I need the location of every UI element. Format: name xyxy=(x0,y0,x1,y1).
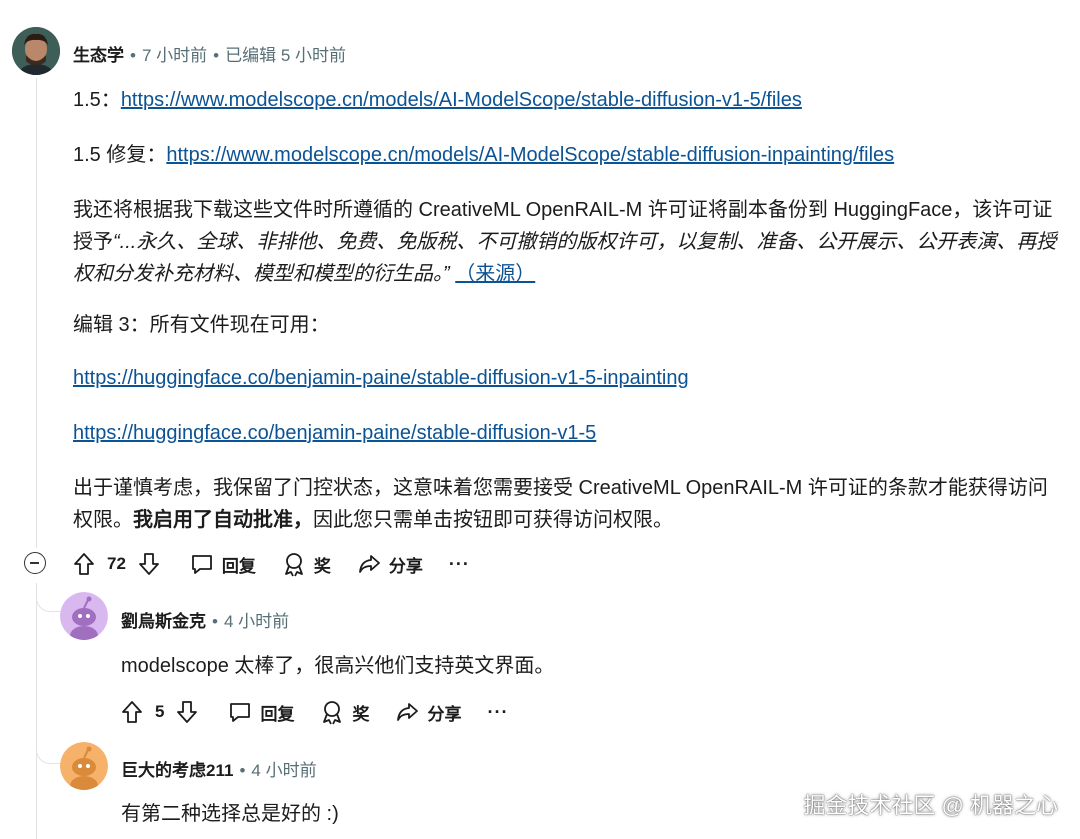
thread-connector xyxy=(36,735,61,764)
reply-button[interactable]: 回复 xyxy=(228,700,294,725)
share-icon xyxy=(397,703,419,721)
hf-line-2: https://huggingface.co/benjamin-paine/st… xyxy=(73,417,1063,449)
comment-author[interactable]: 劉烏斯金克 xyxy=(121,612,206,631)
upvote-icon[interactable] xyxy=(121,700,143,724)
downvote-icon[interactable] xyxy=(138,552,160,576)
share-button[interactable]: 分享 xyxy=(357,552,423,577)
huggingface-link-2[interactable]: https://huggingface.co/benjamin-paine/st… xyxy=(73,422,596,444)
post-action-bar: 72 回复 奖 分享 ··· xyxy=(73,547,496,581)
award-icon xyxy=(323,701,342,725)
post-meta: 生态学 • 7 小时前 • 已编辑 5 小时前 xyxy=(73,46,346,65)
thread-line xyxy=(36,78,37,548)
post-line-1: 1.5：https://www.modelscope.cn/models/AI-… xyxy=(73,84,1063,116)
watermark-text: 掘金技术社区 @ 机器之心 xyxy=(803,793,1058,818)
post-edited: 已编辑 5 小时前 xyxy=(225,46,346,65)
post-paragraph-license: 我还将根据我下载这些文件时所遵循的 CreativeML OpenRAIL-M … xyxy=(73,194,1063,290)
modelscope-link-1[interactable]: https://www.modelscope.cn/models/AI-Mode… xyxy=(121,89,802,111)
comment-author[interactable]: 巨大的考虑211 xyxy=(121,761,233,780)
comment-body: modelscope 太棒了，很高兴他们支持英文界面。 xyxy=(121,655,555,677)
vote-count: 5 xyxy=(155,702,165,721)
post-paragraph-gating: 出于谨慎考虑，我保留了门控状态，这意味着您需要接受 CreativeML Ope… xyxy=(73,472,1063,536)
vote-count: 72 xyxy=(107,554,126,573)
comment-avatar[interactable] xyxy=(60,742,108,790)
hf-line-1: https://huggingface.co/benjamin-paine/st… xyxy=(73,362,1063,394)
vote-control: 5 xyxy=(121,700,198,724)
award-label: 奖 xyxy=(352,704,370,724)
thread-connector xyxy=(36,583,61,612)
upvote-icon[interactable] xyxy=(73,552,95,576)
post-time: 7 小时前 xyxy=(141,46,208,65)
reply-button[interactable]: 回复 xyxy=(190,552,256,577)
share-button[interactable]: 分享 xyxy=(395,700,461,725)
thread-line xyxy=(36,583,37,839)
modelscope-link-2[interactable]: https://www.modelscope.cn/models/AI-Mode… xyxy=(166,144,894,166)
comment-meta: 巨大的考虑211 • 4 小时前 xyxy=(121,761,317,780)
share-label: 分享 xyxy=(427,704,462,724)
award-button[interactable]: 奖 xyxy=(282,551,331,577)
comment-time: 4 小时前 xyxy=(223,612,290,631)
award-label: 奖 xyxy=(313,556,331,576)
reply-label: 回复 xyxy=(221,556,256,576)
line-label: 1.5： xyxy=(73,89,121,111)
share-label: 分享 xyxy=(388,556,423,576)
post-line-2: 1.5 修复：https://www.modelscope.cn/models/… xyxy=(73,139,1063,171)
paragraph-text: 因此您只需单击按钮即可获得访问权限。 xyxy=(313,509,673,531)
more-icon: ··· xyxy=(487,701,509,722)
more-options-button[interactable]: ··· xyxy=(487,702,508,723)
vote-control: 72 xyxy=(73,552,160,576)
huggingface-link-1[interactable]: https://huggingface.co/benjamin-paine/st… xyxy=(73,367,689,389)
post-author[interactable]: 生态学 xyxy=(73,46,124,65)
user-avatar[interactable] xyxy=(12,27,60,75)
comment-icon xyxy=(230,703,251,722)
collapse-thread-button[interactable] xyxy=(24,552,46,574)
comment-action-bar: 5 回复 奖 分享 ··· xyxy=(121,695,534,729)
award-button[interactable]: 奖 xyxy=(320,699,369,725)
comment-icon xyxy=(192,555,212,574)
comment-meta: 劉烏斯金克 • 4 小时前 xyxy=(121,612,290,631)
edit-note: 编辑 3：所有文件现在可用： xyxy=(73,314,330,336)
source-link[interactable]: （来源） xyxy=(455,263,535,285)
downvote-icon[interactable] xyxy=(176,700,198,724)
award-icon xyxy=(285,553,303,577)
bold-text: 我启用了自动批准， xyxy=(133,509,313,531)
license-quote: “...永久、全球、非排他、免费、免版税、不可撤销的版权许可，以复制、准备、公开… xyxy=(73,231,1057,285)
share-icon xyxy=(359,555,380,573)
comment-avatar[interactable] xyxy=(60,592,108,640)
more-options-button[interactable]: ··· xyxy=(449,554,470,575)
line-label: 1.5 修复： xyxy=(73,144,167,166)
reply-label: 回复 xyxy=(260,704,295,724)
comment-time: 4 小时前 xyxy=(251,761,317,780)
comment-body: 有第二种选择总是好的 :) xyxy=(121,803,339,825)
more-icon: ··· xyxy=(448,553,470,574)
